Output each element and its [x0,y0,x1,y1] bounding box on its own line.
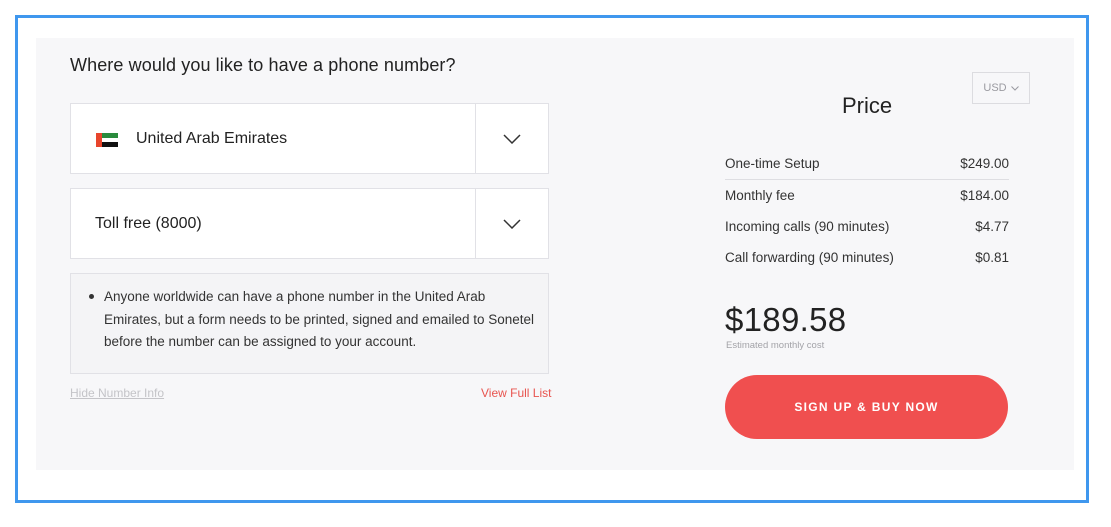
price-row: Monthly fee $184.00 [725,180,1009,211]
number-type-select[interactable]: Toll free (8000) [70,188,549,259]
hide-number-info-link[interactable]: Hide Number Info [70,386,164,400]
estimated-total: $189.58 [725,301,847,338]
price-table: One-time Setup $249.00 Monthly fee $184.… [725,148,1009,273]
country-select-value: United Arab Emirates [136,129,288,147]
sign-up-buy-button[interactable]: SIGN UP & BUY NOW [725,375,1008,439]
view-full-list-link[interactable]: View Full List [481,386,551,400]
chevron-down-icon [1010,85,1019,91]
outer-frame: Where would you like to have a phone num… [15,15,1089,503]
estimated-total-label: Estimated monthly cost [726,340,825,351]
price-row-label: Incoming calls (90 minutes) [725,219,890,234]
price-row-label: Call forwarding (90 minutes) [725,250,894,265]
chevron-down-icon [503,218,521,229]
price-row: Incoming calls (90 minutes) $4.77 [725,211,1009,242]
number-type-dropdown-toggle[interactable] [475,189,548,258]
price-row-value: $4.77 [975,219,1009,234]
price-row-label: One-time Setup [725,156,820,171]
number-panel: Where would you like to have a phone num… [36,38,1074,470]
price-row-label: Monthly fee [725,188,795,203]
price-heading: Price [841,93,893,118]
number-info-text: Anyone worldwide can have a phone number… [104,289,535,349]
price-row-value: $0.81 [975,250,1009,265]
price-row-value: $184.00 [960,188,1009,203]
number-info-box: Anyone worldwide can have a phone number… [70,273,549,374]
uae-flag-icon [96,133,118,148]
price-row: One-time Setup $249.00 [725,148,1009,180]
country-select[interactable]: United Arab Emirates [70,103,549,174]
price-row-value: $249.00 [960,156,1009,171]
bullet-icon [89,294,94,299]
number-type-select-value: Toll free (8000) [95,214,202,232]
chevron-down-icon [503,133,521,144]
page-title: Where would you like to have a phone num… [70,55,456,75]
country-dropdown-toggle[interactable] [475,104,548,173]
price-row: Call forwarding (90 minutes) $0.81 [725,242,1009,273]
